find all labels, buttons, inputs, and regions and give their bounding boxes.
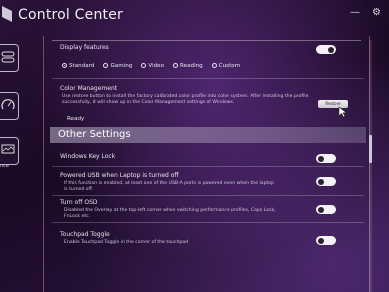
sidebar-item-performance[interactable] [0, 92, 19, 120]
color-management-description: Use restore button to install the factor… [62, 94, 309, 105]
radio-selected-icon [62, 63, 67, 68]
scrollbar[interactable] [369, 40, 372, 292]
color-management-heading: Color Management [60, 85, 118, 92]
radio-empty-icon [103, 63, 109, 68]
display-mode-radio-group: Standard Gaming Video Reading Custom [62, 61, 240, 70]
radio-reading[interactable]: Reading [173, 63, 203, 69]
sidebar-item-system[interactable] [0, 44, 19, 72]
radio-empty-icon [141, 63, 147, 68]
radio-empty-icon [173, 63, 179, 68]
divider [52, 78, 364, 79]
settings-panel [43, 36, 370, 292]
divider [52, 222, 364, 223]
touchpad-toggle-description: Enable Touchpad Toggle in the corner of … [64, 240, 188, 245]
turn-off-osd-description: Disabled the Overlay at the top-left cor… [64, 208, 276, 219]
logo-icon [2, 6, 12, 22]
touchpad-toggle-switch[interactable] [316, 236, 336, 245]
divider [52, 166, 364, 167]
radio-video[interactable]: Video [141, 63, 164, 69]
divider [52, 195, 364, 196]
minimize-button[interactable]: — [350, 7, 360, 18]
monitor-icon [1, 144, 15, 154]
other-settings-header: Other Settings [50, 127, 366, 143]
other-settings-title: Other Settings [58, 129, 131, 140]
settings-gear-icon[interactable]: ⚙ [372, 7, 381, 18]
windows-key-lock-toggle[interactable] [316, 154, 336, 163]
title-bar: Control Center — ⚙ [0, 0, 389, 36]
touchpad-toggle-label: Touchpad Toggle [60, 231, 110, 238]
turn-off-osd-toggle[interactable] [316, 205, 336, 214]
mouse-cursor-icon [338, 106, 348, 118]
powered-usb-description: If this function is enabled, at least on… [64, 181, 275, 192]
color-management-status: Ready [67, 116, 85, 122]
radio-standard[interactable]: Standard [62, 63, 94, 69]
toggle-switch-icon [1, 51, 15, 63]
sidebar: nce [0, 40, 20, 170]
radio-custom[interactable]: Custom [211, 63, 240, 69]
powered-usb-toggle[interactable] [316, 177, 336, 186]
sidebar-item-display[interactable] [0, 137, 19, 165]
scrollbar-thumb[interactable] [369, 135, 372, 163]
turn-off-osd-label: Turn off OSD [60, 199, 98, 206]
radio-gaming[interactable]: Gaming [103, 63, 132, 69]
app-title: Control Center [18, 7, 123, 23]
powered-usb-label: Powered USB when Laptop is turned off [60, 172, 179, 179]
gauge-icon [1, 99, 15, 110]
radio-empty-icon [211, 63, 217, 68]
display-features-heading: Display features [60, 44, 109, 51]
display-features-toggle[interactable] [316, 45, 336, 54]
panel-top-divider [52, 40, 361, 41]
windows-key-lock-label: Windows Key Lock [60, 153, 116, 160]
